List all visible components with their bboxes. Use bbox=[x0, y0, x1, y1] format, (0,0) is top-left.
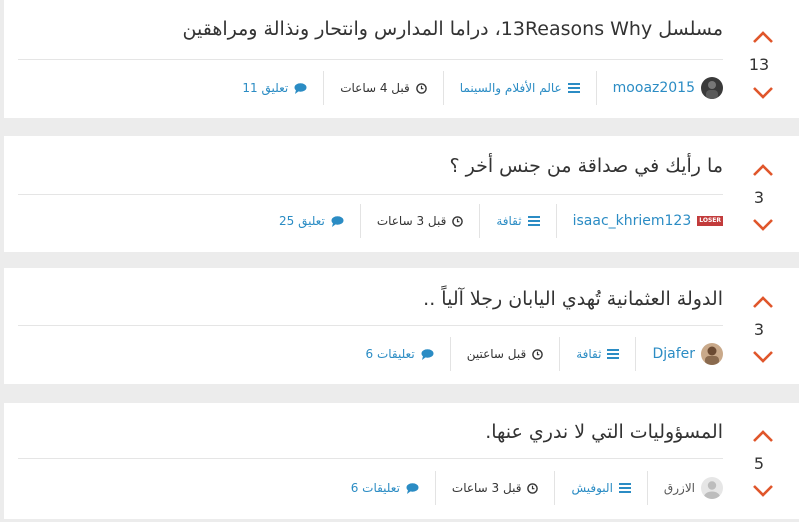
downvote-arrow-icon[interactable] bbox=[752, 218, 774, 232]
post-time: قبل 4 ساعات bbox=[340, 81, 410, 95]
vote-widget: 5 bbox=[719, 403, 799, 519]
vote-count: 3 bbox=[753, 320, 765, 339]
clock-icon bbox=[527, 482, 539, 494]
comments-info[interactable]: 25 تعليق bbox=[263, 204, 360, 238]
post-card: 13 مسلسل 13Reasons Why، دراما المدارس وا… bbox=[4, 0, 799, 118]
upvote-arrow-icon[interactable] bbox=[752, 163, 774, 177]
category-link[interactable]: ثقافة bbox=[576, 347, 601, 361]
time-info: قبل 4 ساعات bbox=[323, 71, 443, 105]
author-info[interactable]: mooaz2015 bbox=[595, 71, 723, 105]
vote-count: 5 bbox=[753, 454, 765, 473]
list-icon bbox=[527, 216, 540, 226]
post-card: 3 الدولة العثمانية تُهدي اليابان رجلا آل… bbox=[4, 268, 799, 384]
author-name[interactable]: الازرق bbox=[664, 481, 695, 495]
comments-info[interactable]: 6 تعليقات bbox=[335, 471, 435, 505]
comment-count[interactable]: 25 تعليق bbox=[279, 214, 325, 228]
post-time: قبل 3 ساعات bbox=[451, 481, 522, 495]
category-link[interactable]: ثقافة bbox=[496, 214, 521, 228]
list-icon bbox=[567, 83, 580, 93]
author-info[interactable]: الازرق bbox=[646, 471, 723, 505]
upvote-arrow-icon[interactable] bbox=[752, 295, 774, 309]
vote-widget: 3 bbox=[719, 136, 799, 252]
vote-count: 3 bbox=[753, 188, 765, 207]
time-info: قبل 3 ساعات bbox=[359, 204, 480, 238]
divider bbox=[18, 458, 723, 459]
category-info[interactable]: ثقافة bbox=[479, 204, 555, 238]
author-name[interactable]: Djafer bbox=[652, 346, 695, 362]
post-title[interactable]: المسؤوليات التي لا ندري عنها. bbox=[485, 421, 723, 443]
comment-icon bbox=[406, 482, 419, 494]
upvote-arrow-icon[interactable] bbox=[752, 429, 774, 443]
loser-badge-icon: LOSER bbox=[697, 216, 723, 226]
comment-icon bbox=[421, 348, 434, 360]
vote-widget: 3 bbox=[719, 268, 799, 384]
vote-count: 13 bbox=[748, 55, 770, 74]
clock-icon bbox=[532, 348, 544, 360]
category-info[interactable]: البوفيش bbox=[554, 471, 646, 505]
user-avatar[interactable] bbox=[701, 343, 723, 365]
post-title[interactable]: الدولة العثمانية تُهدي اليابان رجلا آليا… bbox=[423, 288, 723, 310]
category-link[interactable]: عالم الأفلام والسينما bbox=[460, 81, 562, 95]
comment-count[interactable]: 6 تعليقات bbox=[351, 481, 400, 495]
author-name[interactable]: mooaz2015 bbox=[613, 80, 695, 96]
time-info: قبل 3 ساعات bbox=[434, 471, 555, 505]
post-meta: mooaz2015 عالم الأفلام والسينما قبل 4 سا… bbox=[226, 71, 723, 105]
user-avatar[interactable] bbox=[701, 77, 723, 99]
upvote-arrow-icon[interactable] bbox=[752, 30, 774, 44]
comments-info[interactable]: 11 تعليق bbox=[226, 71, 323, 105]
category-link[interactable]: البوفيش bbox=[571, 481, 612, 495]
time-info: قبل ساعتين bbox=[449, 337, 560, 371]
downvote-arrow-icon[interactable] bbox=[752, 350, 774, 364]
post-title[interactable]: ما رأيك في صداقة من جنس أخر ؟ bbox=[449, 155, 723, 177]
divider bbox=[18, 194, 723, 195]
post-card: 3 ما رأيك في صداقة من جنس أخر ؟ LOSER is… bbox=[4, 136, 799, 252]
category-info[interactable]: ثقافة bbox=[559, 337, 635, 371]
post-meta: Djafer ثقافة قبل ساعتين 6 تعليقات bbox=[349, 337, 723, 371]
comment-count[interactable]: 6 تعليقات bbox=[365, 347, 414, 361]
list-icon bbox=[618, 483, 631, 493]
post-card: 5 المسؤوليات التي لا ندري عنها. الازرق ا… bbox=[4, 403, 799, 519]
post-meta: LOSER isaac_khriem123 ثقافة قبل 3 ساعات … bbox=[263, 204, 723, 238]
author-info[interactable]: Djafer bbox=[635, 337, 723, 371]
post-title[interactable]: مسلسل 13Reasons Why، دراما المدارس وانتح… bbox=[183, 18, 723, 40]
author-info[interactable]: LOSER isaac_khriem123 bbox=[555, 204, 723, 238]
default-avatar-icon[interactable] bbox=[701, 477, 723, 499]
vote-widget: 13 bbox=[719, 0, 799, 118]
post-time: قبل ساعتين bbox=[466, 347, 527, 361]
clock-icon bbox=[415, 82, 427, 94]
downvote-arrow-icon[interactable] bbox=[752, 86, 774, 100]
comment-icon bbox=[294, 82, 307, 94]
comment-icon bbox=[331, 215, 344, 227]
downvote-arrow-icon[interactable] bbox=[752, 484, 774, 498]
divider bbox=[18, 325, 723, 326]
clock-icon bbox=[452, 215, 464, 227]
list-icon bbox=[607, 349, 620, 359]
comments-info[interactable]: 6 تعليقات bbox=[349, 337, 449, 371]
divider bbox=[18, 59, 723, 60]
author-name[interactable]: isaac_khriem123 bbox=[573, 213, 692, 229]
post-meta: الازرق البوفيش قبل 3 ساعات 6 تعليقات bbox=[335, 471, 723, 505]
category-info[interactable]: عالم الأفلام والسينما bbox=[442, 71, 596, 105]
post-time: قبل 3 ساعات bbox=[376, 214, 447, 228]
comment-count[interactable]: 11 تعليق bbox=[242, 81, 288, 95]
